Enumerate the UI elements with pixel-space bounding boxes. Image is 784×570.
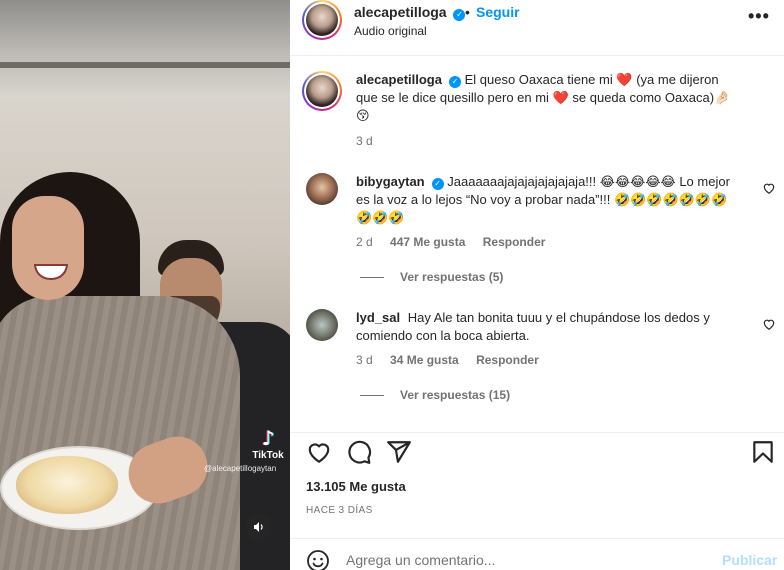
audio-link[interactable]: Audio original xyxy=(354,24,427,38)
tiktok-handle: @alecapetillogaytan xyxy=(204,464,277,473)
verified-badge-icon: ✓ xyxy=(431,178,444,190)
likes-count[interactable]: 13.105 Me gusta xyxy=(306,479,406,494)
comment-likes[interactable]: 447 Me gusta xyxy=(390,235,465,249)
comment-input[interactable] xyxy=(346,549,706,570)
tiktok-label: TikTok xyxy=(252,450,284,461)
reply-button[interactable]: Responder xyxy=(476,353,539,367)
view-replies-button[interactable]: Ver respuestas (15) xyxy=(360,388,510,402)
post-panel: alecapetilloga ✓ • Seguir Audio original… xyxy=(290,0,784,570)
comment-username[interactable]: lyd_sal xyxy=(356,310,400,325)
share-icon[interactable] xyxy=(386,439,412,465)
comment-body: Hay Ale tan bonita tuuu y el chupándose … xyxy=(356,310,710,343)
comment-time[interactable]: 3 d xyxy=(356,353,373,367)
comment-meta: 2 d 447 Me gusta Responder xyxy=(356,235,559,249)
tiktok-watermark: ♪ TikTok xyxy=(246,428,290,461)
post-video[interactable]: ♪ TikTok @alecapetillogaytan xyxy=(0,0,290,570)
more-options-icon[interactable]: ••• xyxy=(748,6,770,27)
post-date: HACE 3 DÍAS xyxy=(306,505,373,516)
view-replies-label[interactable]: Ver respuestas (15) xyxy=(400,388,510,402)
comment-icon[interactable] xyxy=(346,439,372,465)
heart-emoji: ❤️ xyxy=(552,90,569,105)
view-replies-button[interactable]: Ver respuestas (5) xyxy=(360,270,503,284)
caption-username[interactable]: alecapetilloga xyxy=(356,72,442,87)
add-comment-bar: Publicar xyxy=(290,538,784,570)
divider xyxy=(360,395,384,397)
caption-time: 3 d xyxy=(356,134,373,148)
post-actions: 13.105 Me gusta HACE 3 DÍAS xyxy=(290,432,784,532)
comment-time[interactable]: 2 d xyxy=(356,235,373,249)
comment-text: lyd_sal Hay Ale tan bonita tuuu y el chu… xyxy=(356,309,736,345)
comment-meta: 3 d 34 Me gusta Responder xyxy=(356,353,553,367)
woman-face xyxy=(12,196,84,300)
bookmark-icon[interactable] xyxy=(750,439,776,465)
heart-emoji: ❤️ xyxy=(616,72,633,87)
comment-username[interactable]: bibygaytan xyxy=(356,174,425,189)
commenter-avatar[interactable] xyxy=(306,309,338,341)
follow-button[interactable]: Seguir xyxy=(476,4,520,20)
post-header: alecapetilloga ✓ • Seguir Audio original… xyxy=(290,0,784,56)
caption-text: alecapetilloga ✓ El queso Oaxaca tiene mi… xyxy=(356,71,736,125)
publish-button[interactable]: Publicar xyxy=(722,552,777,568)
cheese-food xyxy=(16,456,118,514)
reply-button[interactable]: Responder xyxy=(483,235,546,249)
caption-avatar[interactable] xyxy=(302,71,342,111)
comment-like-icon[interactable] xyxy=(762,181,776,195)
author-avatar[interactable] xyxy=(302,0,342,40)
commenter-avatar[interactable] xyxy=(306,173,338,205)
video-ceiling xyxy=(0,0,290,95)
speaker-icon xyxy=(254,522,263,532)
author-username[interactable]: alecapetilloga ✓ xyxy=(354,4,466,21)
like-icon[interactable] xyxy=(306,439,332,465)
verified-badge-icon: ✓ xyxy=(448,76,461,88)
emoji-icon[interactable] xyxy=(306,549,330,570)
view-replies-label[interactable]: Ver respuestas (5) xyxy=(400,270,503,284)
caption-meta: 3 d xyxy=(356,134,387,148)
woman-sweater xyxy=(0,296,240,570)
header-separator: • xyxy=(465,4,470,20)
divider xyxy=(360,277,384,279)
comment-like-icon[interactable] xyxy=(762,317,776,331)
verified-badge-icon: ✓ xyxy=(453,9,466,21)
author-username-text[interactable]: alecapetilloga xyxy=(354,4,447,20)
comment-text: bibygaytan ✓ Jaaaaaaajajajajajajajaja!!! … xyxy=(356,173,736,227)
video-cabinet xyxy=(0,62,290,68)
caption-part-1: El queso Oaxaca tiene mi xyxy=(464,72,613,87)
comment-likes[interactable]: 34 Me gusta xyxy=(390,353,459,367)
tiktok-logo-icon: ♪ xyxy=(261,426,275,450)
comments-list[interactable]: alecapetilloga ✓ El queso Oaxaca tiene mi… xyxy=(290,57,784,432)
mute-button[interactable] xyxy=(246,514,272,540)
